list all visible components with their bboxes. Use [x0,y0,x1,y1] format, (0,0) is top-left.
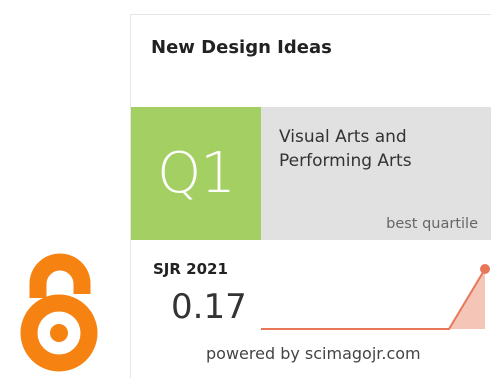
best-quartile-caption: best quartile [386,216,478,232]
journal-title[interactable]: New Design Ideas [151,37,332,58]
powered-by-link[interactable]: powered by scimagojr.com [206,344,421,363]
open-access-icon [20,253,98,372]
sjr-trend-area [261,269,485,329]
sjr-trend-sparkline [261,264,490,330]
sjr-trend-point [480,264,490,274]
sjr-value: 0.17 [171,287,247,327]
subject-area-panel: Visual Arts and Performing Arts best qua… [261,107,491,240]
sjr-trend-line [261,268,486,330]
subject-area-line-1: Visual Arts and [279,127,407,147]
quartile-value: Q1 [157,141,236,206]
subject-area-line-2: Performing Arts [279,151,412,171]
quartile-badge: Q1 [131,107,261,240]
subject-area-label: Visual Arts and Performing Arts [279,125,484,173]
scimago-journal-widget[interactable]: New Design Ideas Q1 Visual Arts and Perf… [130,14,491,378]
sjr-label: SJR 2021 [153,260,228,278]
